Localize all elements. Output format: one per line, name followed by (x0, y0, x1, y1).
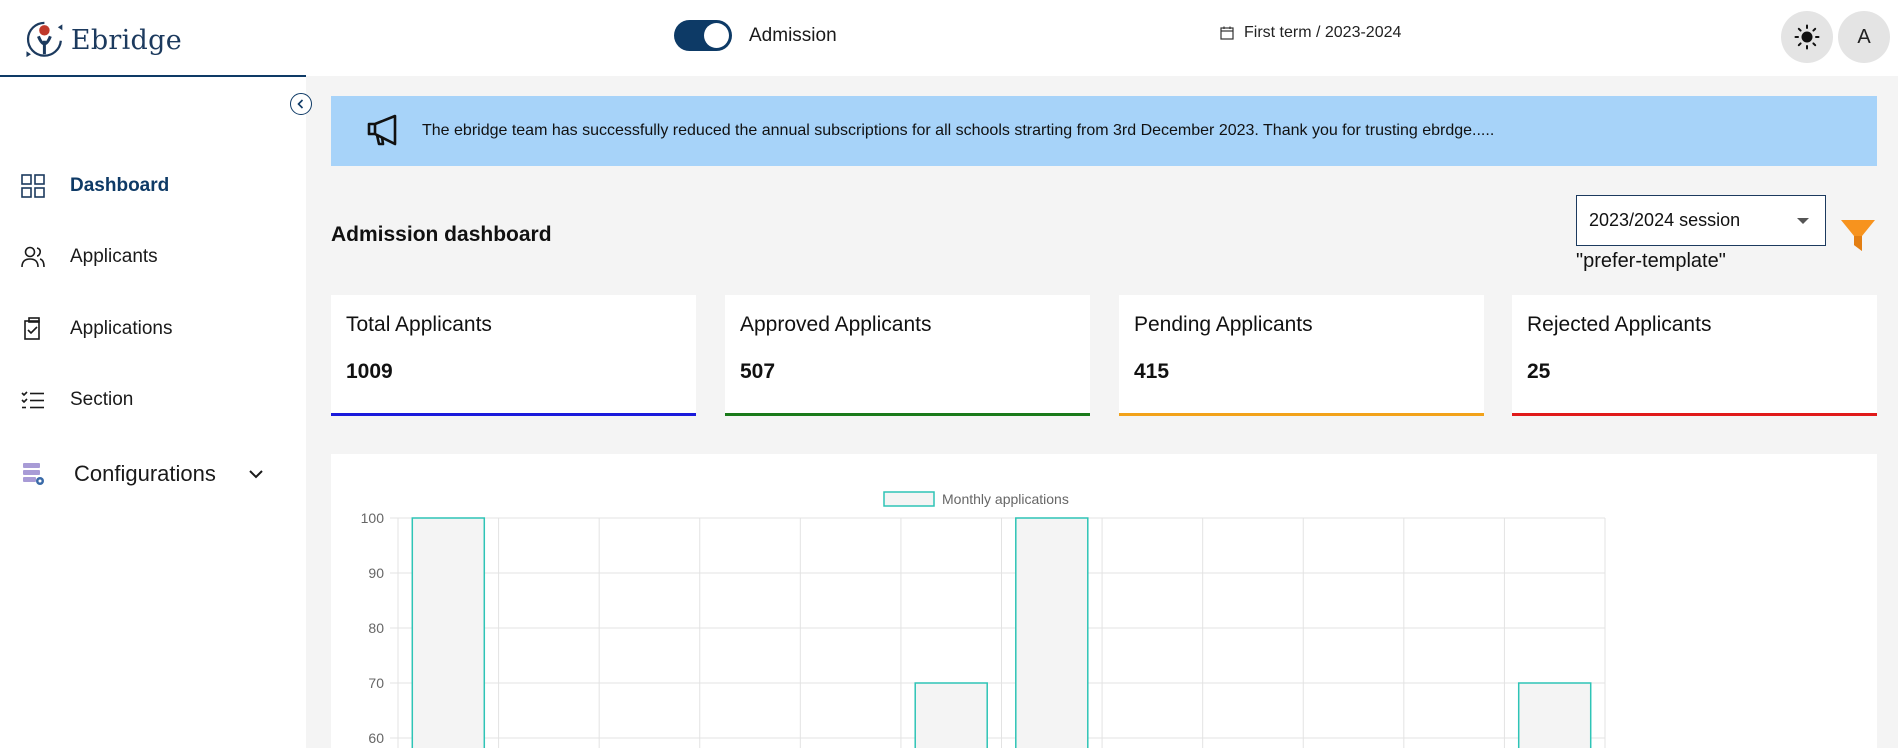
user-avatar[interactable]: A (1838, 11, 1890, 63)
ebridge-logo[interactable]: Ebridge (22, 10, 182, 70)
stat-card-title: Pending Applicants (1134, 313, 1313, 336)
collapse-sidebar-button[interactable] (290, 93, 312, 115)
sidebar-item-label: Configurations (74, 461, 216, 486)
chart-bar (1015, 517, 1089, 748)
term-indicator: First term / 2023-2024 (1220, 24, 1401, 42)
toggle-knob (704, 23, 729, 48)
stat-card-value: 1009 (346, 360, 393, 383)
stat-card-accent (1119, 413, 1484, 416)
term-label: First term / 2023-2024 (1244, 24, 1402, 41)
sidebar-item-configurations[interactable]: Configurations (0, 446, 306, 502)
stat-card-value: 25 (1527, 360, 1551, 383)
theme-toggle-button[interactable] (1781, 11, 1833, 63)
ebridge-logo-icon (26, 21, 63, 58)
database-gear-icon (23, 463, 44, 485)
stat-card-accent (725, 413, 1090, 416)
y-tick-label: 80 (368, 620, 384, 636)
sidebar-item-section[interactable]: Section (0, 372, 306, 428)
stat-card-rejected: Rejected Applicants 25 (1512, 295, 1877, 416)
chevron-down-icon (249, 470, 263, 479)
stat-card-pending: Pending Applicants 415 (1119, 295, 1484, 416)
y-tick-label: 90 (368, 565, 384, 581)
admission-toggle-label: Admission (749, 24, 837, 46)
stat-card-value: 415 (1134, 360, 1170, 383)
sidebar-item-label: Dashboard (70, 175, 170, 196)
list-checks-icon (21, 391, 44, 409)
stat-card-total: Total Applicants 1009 (331, 295, 696, 416)
top-header: Ebridge Admission First term / 2023-2024 (0, 0, 1898, 77)
sidebar-item-applicants[interactable]: Applicants (0, 229, 306, 285)
stat-card-accent (1512, 413, 1877, 416)
chart-canvas: 60 70 80 90 100 Monthly applications (361, 491, 1606, 748)
y-tick-label: 60 (368, 730, 384, 746)
session-select-value: 2023/2024 session (1589, 210, 1741, 230)
sidebar-item-label: Section (70, 389, 134, 410)
sidebar: Dashboard Applicants Applications Sectio… (0, 77, 306, 748)
grid-icon (21, 174, 45, 198)
chevron-left-icon (297, 99, 304, 109)
dropdown-caret-icon (1797, 218, 1809, 224)
monthly-applications-chart: 60 70 80 90 100 Monthly applications (331, 454, 1877, 748)
sidebar-item-dashboard[interactable]: Dashboard (0, 158, 306, 214)
y-tick-label: 70 (368, 675, 384, 691)
admission-toggle-group: Admission (674, 20, 837, 51)
chart-bar (411, 517, 486, 748)
sidebar-item-applications[interactable]: Applications (0, 301, 306, 357)
stat-card-title: Total Applicants (346, 313, 492, 336)
users-icon (21, 246, 45, 268)
announcement-text: The ebridge team has successfully reduce… (422, 122, 1495, 139)
session-hint-text: "prefer-template" (1576, 250, 1726, 272)
calendar-icon (1220, 26, 1234, 40)
sidebar-item-label: Applications (70, 318, 173, 339)
session-select[interactable]: 2023/2024 session (1576, 195, 1826, 246)
stat-card-value: 507 (740, 360, 776, 383)
megaphone-icon (367, 114, 397, 146)
announcement-banner: The ebridge team has successfully reduce… (331, 96, 1877, 166)
chart-bar (914, 682, 988, 748)
page-title: Admission dashboard (331, 223, 552, 246)
stat-card-title: Approved Applicants (740, 313, 932, 336)
y-tick-label: 100 (361, 510, 385, 526)
stat-card-title: Rejected Applicants (1527, 313, 1712, 336)
clipboard-check-icon (24, 317, 40, 340)
filter-icon[interactable] (1840, 218, 1876, 254)
stat-card-approved: Approved Applicants 507 (725, 295, 1090, 416)
logo-text: Ebridge (70, 24, 182, 56)
chart-bar (1517, 682, 1592, 748)
admission-toggle[interactable] (674, 20, 732, 51)
sidebar-item-label: Applicants (70, 246, 158, 267)
stat-card-accent (331, 413, 696, 416)
legend-swatch (883, 491, 935, 507)
legend-label: Monthly applications (942, 491, 1069, 507)
sun-icon (1794, 24, 1820, 50)
